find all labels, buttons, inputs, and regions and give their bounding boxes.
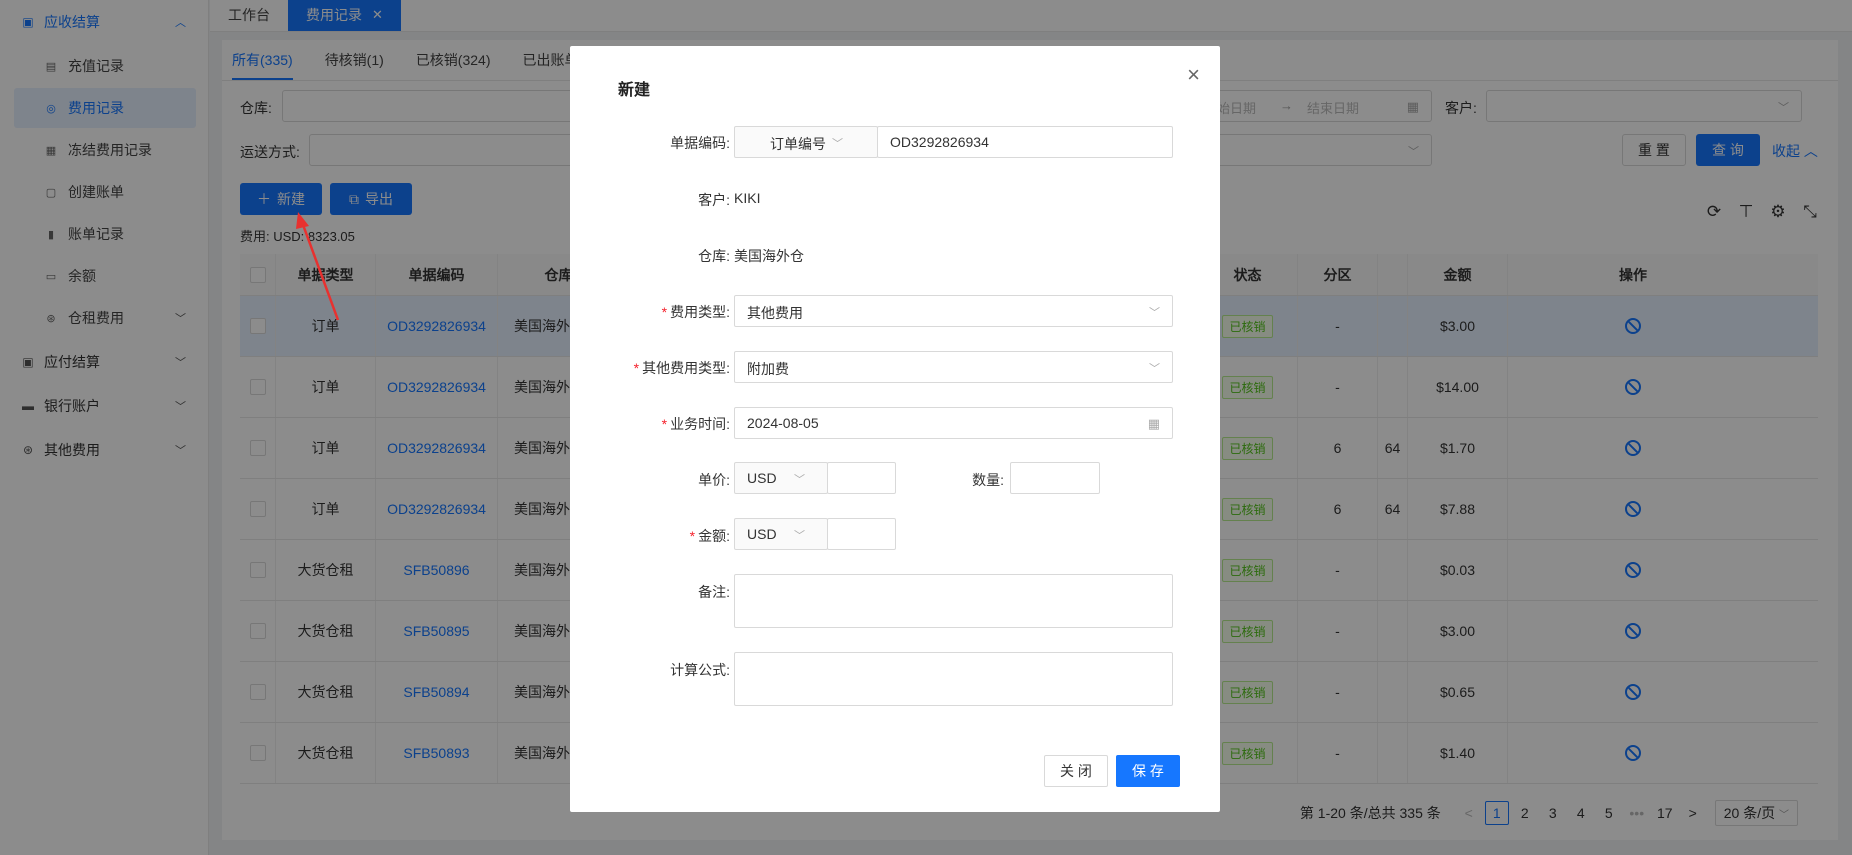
- required-mark: *: [689, 528, 696, 544]
- fee-type-label-text: 费用类型:: [670, 304, 730, 320]
- other-fee-type-select[interactable]: 附加费 ﹀: [734, 351, 1173, 383]
- biz-time-label-text: 业务时间:: [670, 416, 730, 432]
- chevron-down-icon: ﹀: [794, 474, 805, 486]
- amount-currency-value: USD: [747, 526, 777, 542]
- other-fee-type-label: * 其他费用类型:: [634, 358, 730, 378]
- warehouse-label: 仓库:: [698, 248, 730, 264]
- chevron-down-icon: ﹀: [832, 138, 843, 150]
- save-button[interactable]: 保 存: [1116, 755, 1180, 787]
- chevron-down-icon: ﹀: [794, 530, 805, 542]
- chevron-down-icon: ﹀: [1149, 307, 1160, 319]
- doc-code-value: OD3292826934: [890, 134, 989, 150]
- warehouse-value: 美国海外仓: [734, 248, 804, 264]
- close-icon[interactable]: ×: [1187, 62, 1200, 88]
- doc-code-input[interactable]: OD3292826934: [877, 126, 1173, 158]
- modal-title: 新建: [618, 82, 651, 99]
- new-fee-modal: 新建 × 单据编码: 订单编号 ﹀ OD3292826934 客户: KIKI …: [570, 46, 1220, 812]
- quantity-label: 数量:: [972, 472, 1004, 488]
- chevron-down-icon: ﹀: [1149, 363, 1160, 375]
- amount-label: * 金额:: [690, 526, 730, 546]
- fee-type-value: 其他费用: [747, 305, 803, 321]
- customer-label: 客户:: [698, 192, 730, 208]
- required-mark: *: [661, 416, 668, 432]
- biz-time-value: 2024-08-05: [747, 415, 819, 431]
- customer-value: KIKI: [734, 190, 761, 206]
- fee-type-select[interactable]: 其他费用 ﹀: [734, 295, 1173, 327]
- biz-time-picker[interactable]: 2024-08-05 ▦: [734, 407, 1173, 439]
- doc-code-type-select[interactable]: 订单编号 ﹀: [734, 126, 878, 158]
- other-fee-type-value: 附加费: [747, 361, 789, 377]
- remark-label: 备注:: [698, 584, 730, 600]
- unit-price-input[interactable]: [827, 462, 896, 494]
- required-mark: *: [661, 304, 668, 320]
- calendar-icon: ▦: [1147, 416, 1160, 431]
- biz-time-label: * 业务时间:: [662, 414, 730, 434]
- required-mark: *: [633, 360, 640, 376]
- unit-price-label: 单价:: [698, 472, 730, 488]
- doc-code-type-value: 订单编号: [770, 136, 826, 152]
- unit-price-currency-select[interactable]: USD ﹀: [734, 462, 828, 494]
- formula-label: 计算公式:: [670, 662, 730, 678]
- amount-currency-select[interactable]: USD ﹀: [734, 518, 828, 550]
- amount-input[interactable]: [827, 518, 896, 550]
- quantity-input[interactable]: [1010, 462, 1100, 494]
- amount-label-text: 金额:: [698, 528, 730, 544]
- unit-price-currency-value: USD: [747, 470, 777, 486]
- fee-type-label: * 费用类型:: [662, 302, 730, 322]
- remark-textarea[interactable]: [734, 574, 1173, 628]
- doc-code-label: 单据编码:: [670, 135, 730, 151]
- other-fee-type-label-text: 其他费用类型:: [642, 360, 730, 376]
- formula-textarea[interactable]: [734, 652, 1173, 706]
- close-button[interactable]: 关 闭: [1044, 755, 1108, 787]
